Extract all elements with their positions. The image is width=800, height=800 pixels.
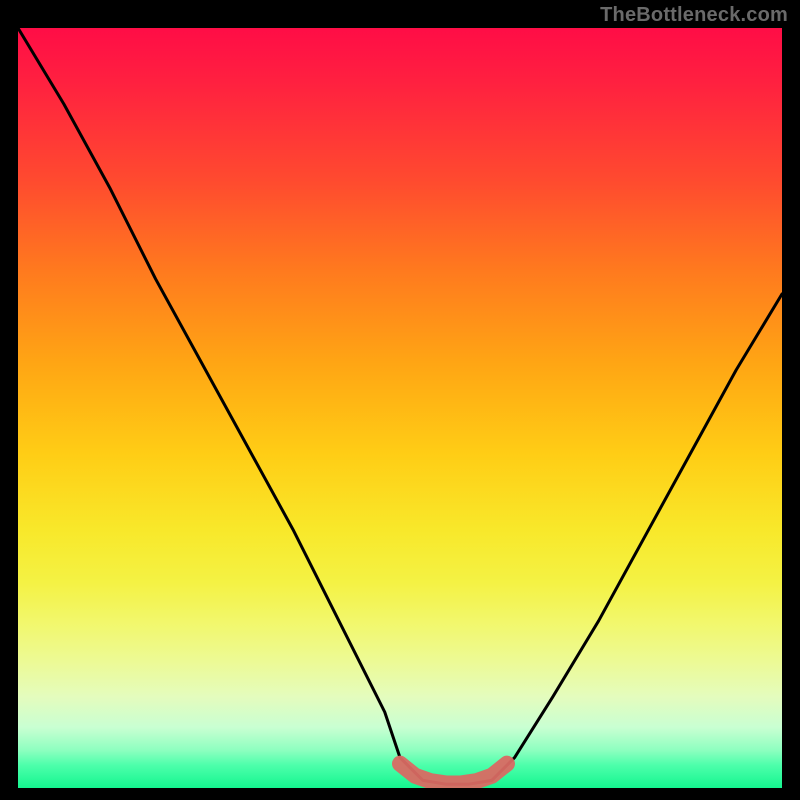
chart-frame: TheBottleneck.com <box>0 0 800 800</box>
optimal-band <box>400 764 507 784</box>
chart-svg <box>18 28 782 788</box>
bottleneck-curve <box>18 28 782 784</box>
plot-area <box>18 28 782 788</box>
watermark-text: TheBottleneck.com <box>600 4 788 27</box>
